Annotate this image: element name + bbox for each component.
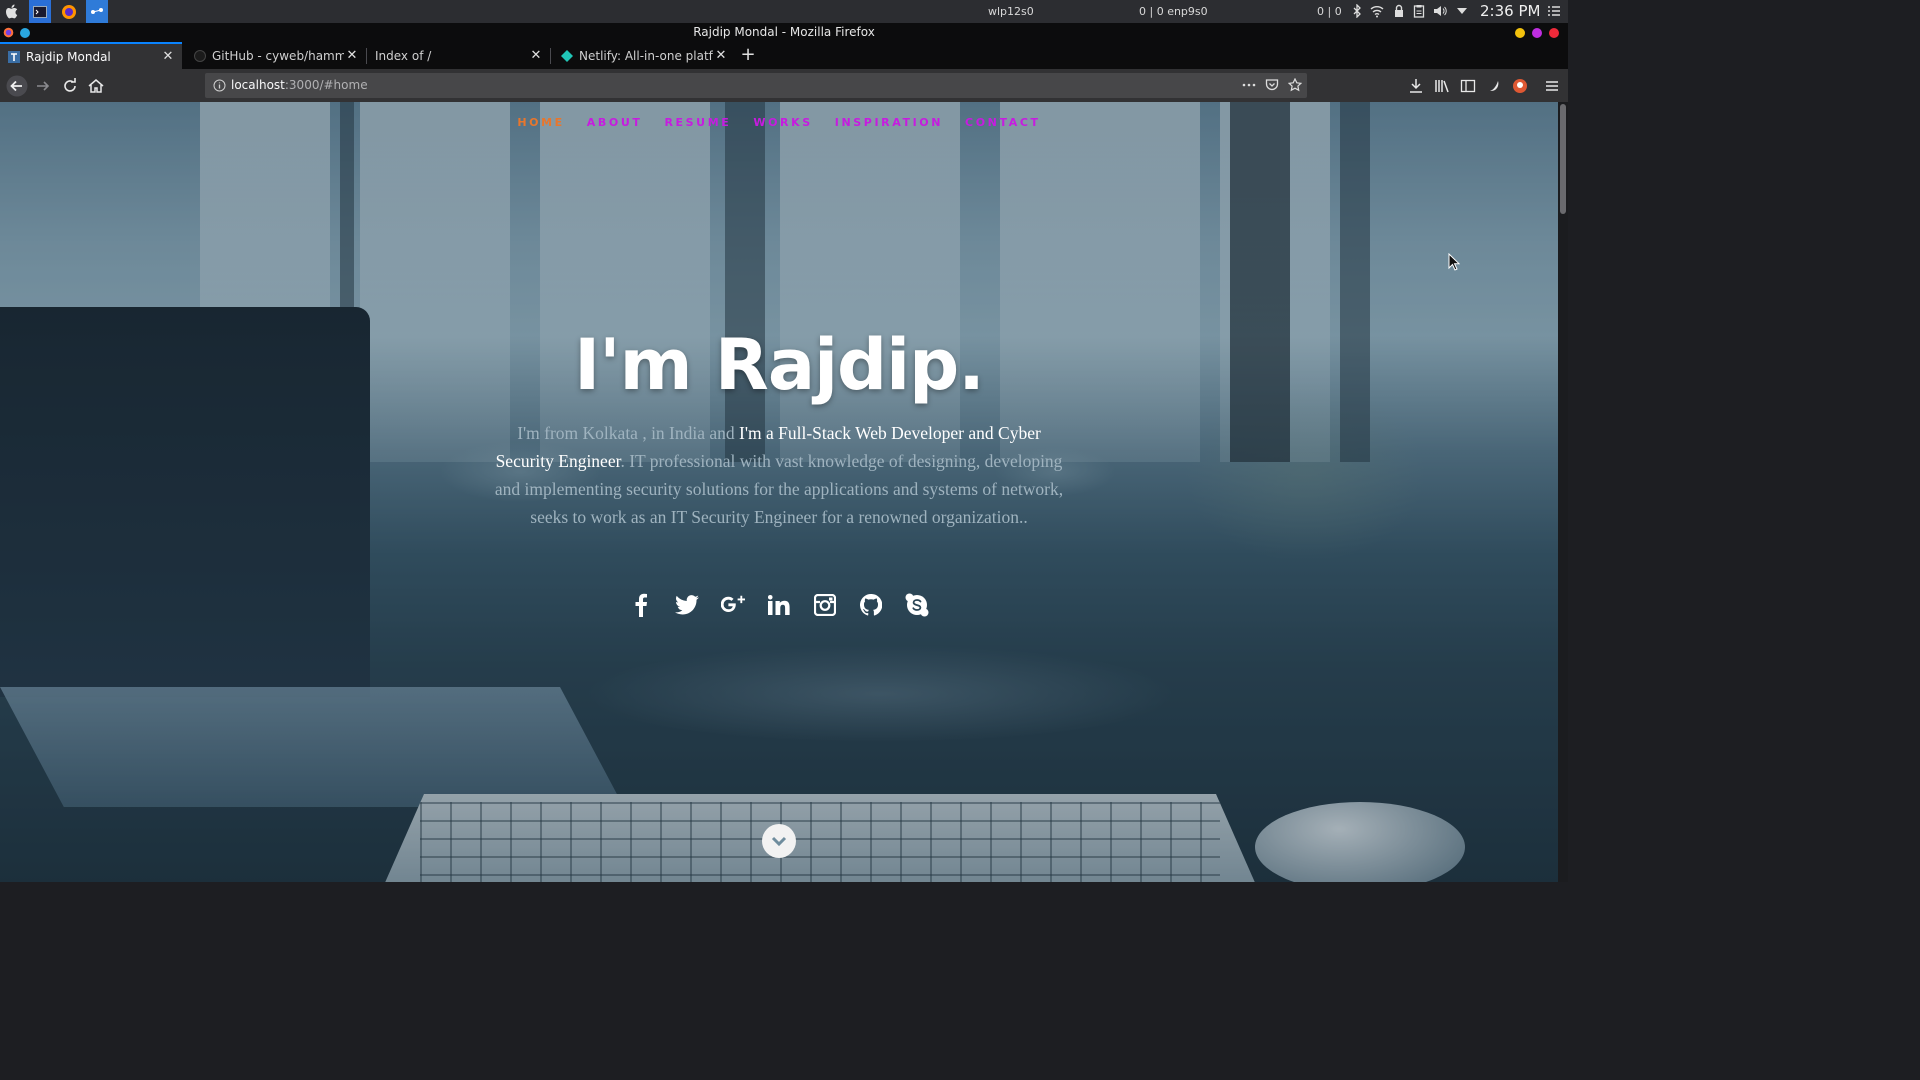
close-window-button[interactable] xyxy=(1549,28,1559,38)
page-actions-icon[interactable] xyxy=(1241,80,1257,90)
network-tool-launcher-icon[interactable] xyxy=(86,0,108,23)
page-scrollbar[interactable] xyxy=(1558,102,1568,882)
hero-title: I'm Rajdip. xyxy=(574,324,985,406)
url-bar[interactable]: localhost:3000/#home xyxy=(205,73,1307,98)
library-icon[interactable] xyxy=(1433,77,1451,95)
url-host: localhost xyxy=(231,78,285,92)
url-path: :3000/#home xyxy=(284,78,368,92)
clock[interactable]: 2:36 PM xyxy=(1480,2,1540,20)
system-panel: wlp12s0 0 | 0 enp9s0 0 | 0 2:36 PM xyxy=(0,0,1568,23)
new-tab-button[interactable]: + xyxy=(738,42,758,69)
tab-index-of[interactable]: Index of / ✕ xyxy=(367,42,550,69)
scroll-down-button[interactable] xyxy=(762,824,796,858)
instagram-icon[interactable] xyxy=(813,592,837,618)
tab-close-icon[interactable]: ✕ xyxy=(528,48,544,63)
twitter-icon[interactable] xyxy=(675,592,699,618)
url-text[interactable]: localhost:3000/#home xyxy=(231,78,368,92)
firefox-launcher-icon[interactable] xyxy=(58,0,80,23)
pocket-icon[interactable] xyxy=(1265,78,1279,92)
lock-icon[interactable] xyxy=(1392,4,1406,18)
apple-menu-icon[interactable] xyxy=(1,0,23,23)
firefox-app-icon xyxy=(3,27,14,38)
nav-link-works[interactable]: WORKS xyxy=(743,116,822,129)
reload-button-icon[interactable] xyxy=(61,77,79,95)
hero-description-part1: I'm from Kolkata , in India and xyxy=(517,423,740,443)
window-titlebar: Rajdip Mondal - Mozilla Firefox xyxy=(0,23,1568,42)
tab-close-icon[interactable]: ✕ xyxy=(713,48,729,63)
nav-link-about[interactable]: ABOUT xyxy=(577,116,653,129)
wifi-icon[interactable] xyxy=(1370,4,1384,18)
social-links xyxy=(629,592,929,618)
bluetooth-icon[interactable] xyxy=(1350,4,1364,18)
tab-rajdip-mondal[interactable]: Rajdip Mondal ✕ xyxy=(0,42,182,69)
nav-link-contact[interactable]: CONTACT xyxy=(955,116,1051,129)
traffic-label: 0 | 0 xyxy=(1317,5,1342,18)
terminal-launcher-icon[interactable] xyxy=(29,0,51,23)
tab-strip: Rajdip Mondal ✕ GitHub - cyweb/hammer: H… xyxy=(0,42,1568,69)
web-page: HOME ABOUT RESUME WORKS INSPIRATION CONT… xyxy=(0,102,1558,882)
facebook-icon[interactable] xyxy=(629,592,653,618)
clipboard-icon[interactable] xyxy=(1412,4,1426,18)
tab-github[interactable]: GitHub - cyweb/hammer: H ✕ xyxy=(184,42,366,69)
window-menu-button[interactable] xyxy=(20,28,30,38)
window-title: Rajdip Mondal - Mozilla Firefox xyxy=(693,25,875,39)
scrollbar-thumb[interactable] xyxy=(1560,104,1566,214)
skype-icon[interactable] xyxy=(905,592,929,618)
tab-label: Index of / xyxy=(375,48,432,63)
wifi-interface-label: wlp12s0 xyxy=(988,5,1034,18)
downloads-icon[interactable] xyxy=(1407,77,1425,95)
linkedin-icon[interactable] xyxy=(767,592,791,618)
google-plus-icon[interactable] xyxy=(721,592,745,618)
site-navigation: HOME ABOUT RESUME WORKS INSPIRATION CONT… xyxy=(0,116,1558,129)
volume-icon[interactable] xyxy=(1433,4,1447,18)
navigation-toolbar: localhost:3000/#home xyxy=(0,69,1568,102)
tab-label: Netlify: All-in-one platform xyxy=(579,48,713,63)
mouse-cursor-icon xyxy=(1448,253,1460,271)
forward-button-icon[interactable] xyxy=(34,77,52,95)
bookmark-star-icon[interactable] xyxy=(1288,78,1302,92)
sidebar-toggle-icon[interactable] xyxy=(1459,77,1477,95)
netlify-favicon-icon xyxy=(561,49,573,62)
site-info-icon[interactable] xyxy=(213,79,226,92)
nav-link-home[interactable]: HOME xyxy=(507,116,574,129)
tray-expand-icon[interactable] xyxy=(1455,4,1469,18)
ethernet-interface-label: 0 | 0 enp9s0 xyxy=(1139,5,1208,18)
site-favicon-icon xyxy=(8,50,20,63)
minimize-button[interactable] xyxy=(1515,28,1525,38)
tab-label: Rajdip Mondal xyxy=(26,49,111,64)
notifications-menu-icon[interactable] xyxy=(1547,4,1561,18)
tab-close-icon[interactable]: ✕ xyxy=(160,49,176,64)
github-icon[interactable] xyxy=(859,592,883,618)
home-button-icon[interactable] xyxy=(87,77,105,95)
duckduckgo-extension-icon[interactable] xyxy=(1511,77,1529,95)
maximize-button[interactable] xyxy=(1532,28,1542,38)
tab-label: GitHub - cyweb/hammer: H xyxy=(212,48,344,63)
nav-link-resume[interactable]: RESUME xyxy=(654,116,741,129)
hamburger-menu-icon[interactable] xyxy=(1543,77,1561,95)
back-button-icon[interactable] xyxy=(6,75,28,97)
hero-description: I'm from Kolkata , in India and I'm a Fu… xyxy=(490,419,1068,531)
tab-netlify[interactable]: Netlify: All-in-one platform ✕ xyxy=(551,42,735,69)
github-favicon-icon xyxy=(194,49,206,62)
tab-close-icon[interactable]: ✕ xyxy=(344,48,360,63)
extension-icon[interactable] xyxy=(1486,77,1504,95)
nav-link-inspiration[interactable]: INSPIRATION xyxy=(825,116,953,129)
chevron-down-icon xyxy=(771,836,787,847)
